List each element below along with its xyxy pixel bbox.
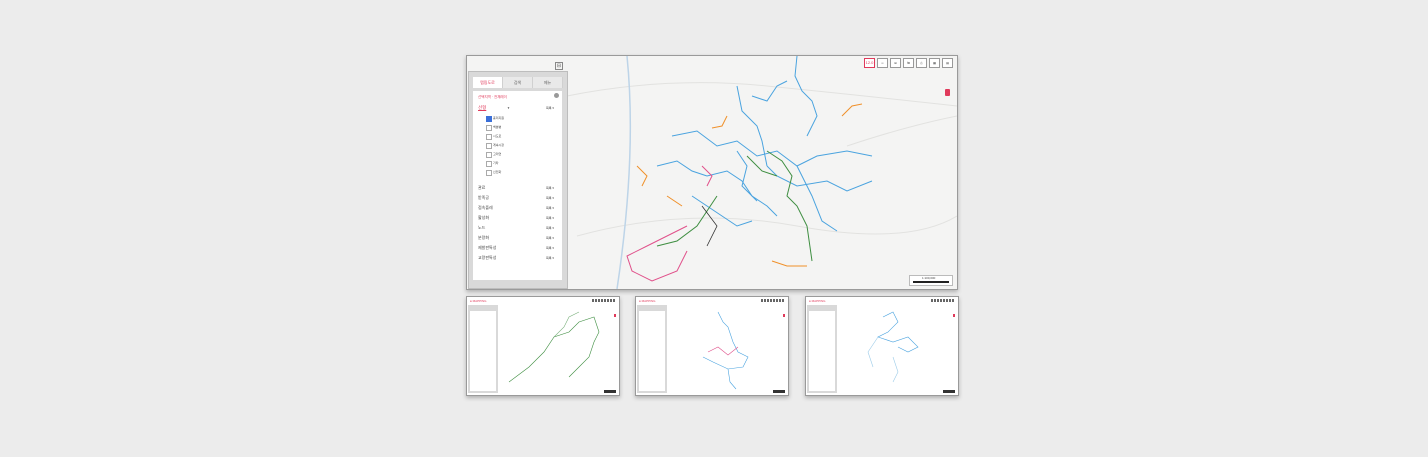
sublayer-label-6: 신전화 — [493, 170, 502, 174]
sublayer-checkbox-3[interactable] — [486, 143, 492, 149]
layer-label-0[interactable]: 선형 — [478, 105, 486, 111]
thumb-map-1 — [508, 311, 600, 383]
thumb-scale — [773, 390, 785, 393]
sublayer-checkbox-1[interactable] — [486, 125, 492, 131]
panel-tabs: 맵핑도로 검색 메뉴 — [473, 77, 563, 88]
sublayer-label-3: 게속시장 — [493, 143, 505, 147]
layer-more-1[interactable]: 목록 ▾ — [546, 186, 554, 190]
layer-more-3[interactable]: 목록 ▾ — [546, 206, 554, 210]
thumbnail-window-3[interactable]: ● MAPPING — [805, 296, 959, 396]
print-icon[interactable]: ⎙ — [916, 58, 927, 68]
thumbnail-window-1[interactable]: ● MAPPING — [466, 296, 620, 396]
layer-label-8[interactable]: 교량판특성 — [478, 255, 496, 261]
grid-icon[interactable]: ⊞ — [890, 58, 901, 68]
tab-menu[interactable]: 메뉴 — [533, 77, 563, 88]
scale-bar-line — [913, 281, 949, 283]
thumb-panel — [807, 305, 837, 393]
sublayer-checkbox-2[interactable] — [486, 134, 492, 140]
thumb-panel — [637, 305, 667, 393]
thumb-logo: ● MAPPING — [809, 299, 826, 303]
thumb-panel-list — [639, 311, 665, 391]
scale-bar: 1:100,000 — [909, 275, 953, 286]
tab-mapping-road[interactable]: 맵핑도로 — [473, 77, 503, 88]
sublayer-checkbox-4[interactable] — [486, 152, 492, 158]
layer-label-4[interactable]: 활성화 — [478, 215, 489, 221]
thumb-panel — [468, 305, 498, 393]
sublayer-checkbox-5[interactable] — [486, 161, 492, 167]
layer-more-8[interactable]: 목록 ▾ — [546, 256, 554, 260]
breadcrumb: 선택지역 · 전체레이 — [478, 95, 507, 99]
thumbnail-window-2[interactable]: ● MAPPING — [635, 296, 789, 396]
layer-more-4[interactable]: 목록 ▾ — [546, 216, 554, 220]
collapse-panel-button[interactable]: ⊟ — [555, 62, 563, 70]
sublayer-label-2: 시도로 — [493, 134, 502, 138]
sublayer-label-5: 기타 — [493, 161, 499, 165]
settings-icon[interactable] — [554, 93, 559, 98]
thumb-map-3 — [867, 311, 919, 383]
thumb-logo: ● MAPPING — [470, 299, 487, 303]
layer-more-0[interactable]: 목록 ▾ — [546, 106, 554, 110]
layer-list: 선택지역 · 전체레이 선형 ▼ 목록 ▾ 총리지원 백분병 시도로 게속시장 … — [473, 91, 562, 280]
layer-label-5[interactable]: 노드 — [478, 225, 485, 231]
layer-more-5[interactable]: 목록 ▾ — [546, 226, 554, 230]
layer-label-3[interactable]: 접속플레 — [478, 205, 493, 211]
map-toolbar: 12.0 ═ ⊞ ⇆ ⎙ ▦ ▤ — [864, 58, 953, 68]
swap-icon[interactable]: ⇆ — [903, 58, 914, 68]
layer-more-2[interactable]: 목록 ▾ — [546, 196, 554, 200]
layers-icon[interactable]: ═ — [877, 58, 888, 68]
thumb-map-2 — [702, 311, 749, 390]
sublayer-checkbox-0[interactable] — [486, 116, 492, 122]
sublayer-label-1: 백분병 — [493, 125, 502, 129]
thumb-panel-list — [809, 311, 835, 391]
scale-label: 1:100,000 — [922, 276, 936, 280]
thumb-panel-list — [470, 311, 496, 391]
layer-label-2[interactable]: 받족공 — [478, 195, 489, 201]
layer-label-6[interactable]: 분량화 — [478, 235, 489, 241]
chevron-down-icon[interactable]: ▼ — [507, 106, 510, 110]
thumb-scale — [604, 390, 616, 393]
layer-more-7[interactable]: 목록 ▾ — [546, 246, 554, 250]
layer-more-6[interactable]: 목록 ▾ — [546, 236, 554, 240]
layer-panel: 맵핑도로 검색 메뉴 선택지역 · 전체레이 선형 ▼ 목록 ▾ 총리지원 백분… — [468, 71, 568, 289]
layer-label-1[interactable]: 관료 — [478, 185, 485, 191]
side-marker-button[interactable] — [945, 89, 950, 96]
zoom-level-readout[interactable]: 12.0 — [864, 58, 875, 68]
tab-search[interactable]: 검색 — [503, 77, 533, 88]
sublayer-label-0: 총리지원 — [493, 116, 505, 120]
list-icon[interactable]: ▤ — [942, 58, 953, 68]
map-icon[interactable]: ▦ — [929, 58, 940, 68]
sublayer-label-4: 고리연 — [493, 152, 502, 156]
sublayer-checkbox-6[interactable] — [486, 170, 492, 176]
layer-label-7[interactable]: 제발판특성 — [478, 245, 496, 251]
thumb-logo: ● MAPPING — [639, 299, 656, 303]
main-map-window: 맵핑도로 검색 메뉴 선택지역 · 전체레이 선형 ▼ 목록 ▾ 총리지원 백분… — [466, 55, 958, 290]
thumb-scale — [943, 390, 955, 393]
